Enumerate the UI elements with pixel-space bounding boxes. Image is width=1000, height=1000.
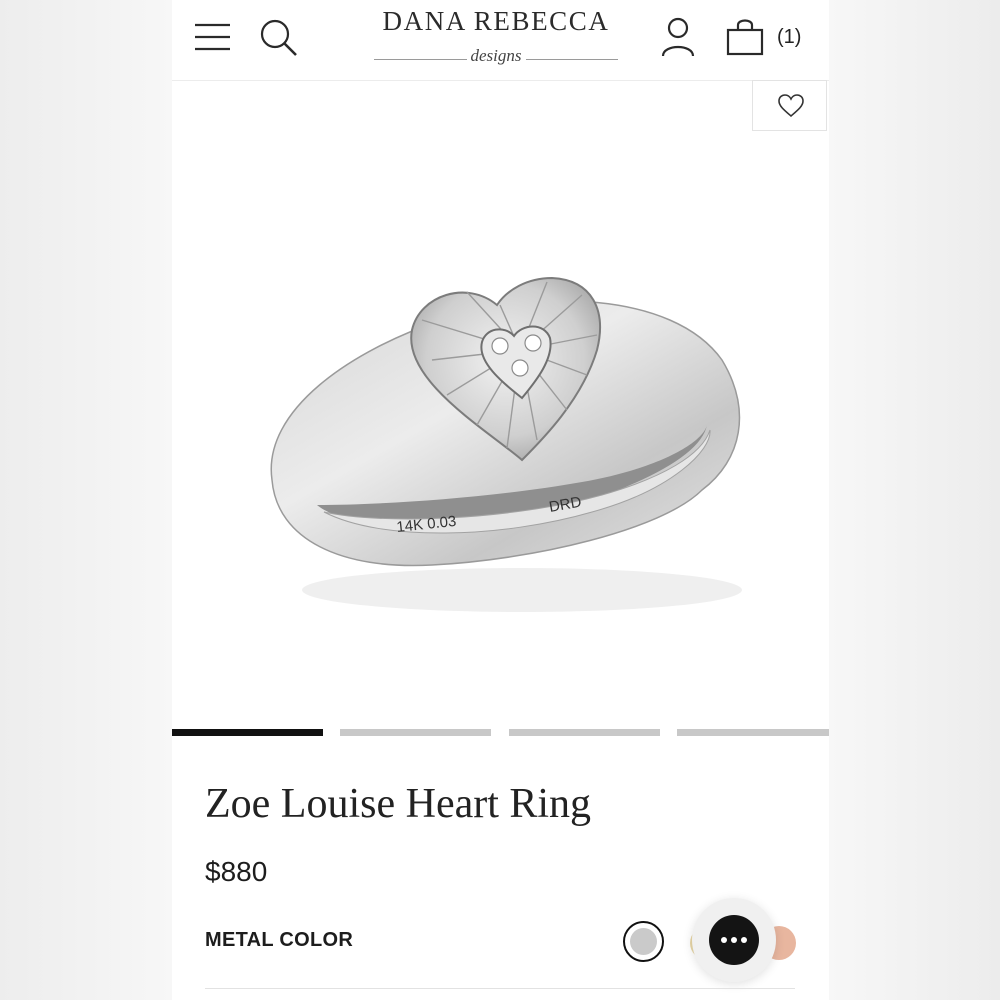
gallery-dot-3[interactable] (509, 729, 660, 736)
gallery-dot-1[interactable] (172, 729, 323, 736)
metal-color-label: METAL COLOR (205, 929, 354, 951)
heart-icon (778, 94, 804, 118)
logo-tagline: designs (374, 46, 618, 68)
background-right (829, 0, 1000, 1000)
gallery-dot-2[interactable] (340, 729, 491, 736)
account-icon[interactable] (660, 16, 696, 58)
metal-swatch-white-fill (630, 928, 657, 955)
cart-icon[interactable] (726, 17, 766, 57)
logo-tagline-text: designs (466, 46, 526, 65)
wishlist-button[interactable] (752, 80, 827, 131)
product-image[interactable]: 14K 0.03 DRD (232, 250, 812, 630)
product-title: Zoe Louise Heart Ring (205, 781, 592, 827)
menu-icon[interactable] (194, 20, 232, 54)
ring-shadow (302, 568, 742, 612)
logo-wordmark: DANA REBECCA (382, 6, 610, 36)
search-icon[interactable] (258, 17, 300, 59)
chat-bubble-icon (709, 915, 759, 965)
site-header: DANA REBECCA designs (1) (172, 0, 829, 81)
chat-button[interactable] (692, 898, 776, 982)
background-left (0, 0, 172, 1000)
metal-swatch-white[interactable] (623, 921, 664, 962)
diamond-stone (511, 359, 529, 377)
diamond-stone (491, 337, 509, 355)
brand-logo[interactable]: DANA REBECCA designs (368, 6, 624, 72)
gallery-dot-4[interactable] (677, 729, 829, 736)
product-price: $880 (205, 856, 268, 887)
diamond-stone (524, 334, 542, 352)
product-page: DANA REBECCA designs (1) 14K 0.03 DRD Zo… (172, 0, 829, 1000)
section-divider (205, 988, 795, 989)
cart-count[interactable]: (1) (777, 26, 801, 49)
gallery-indicator (172, 729, 829, 737)
